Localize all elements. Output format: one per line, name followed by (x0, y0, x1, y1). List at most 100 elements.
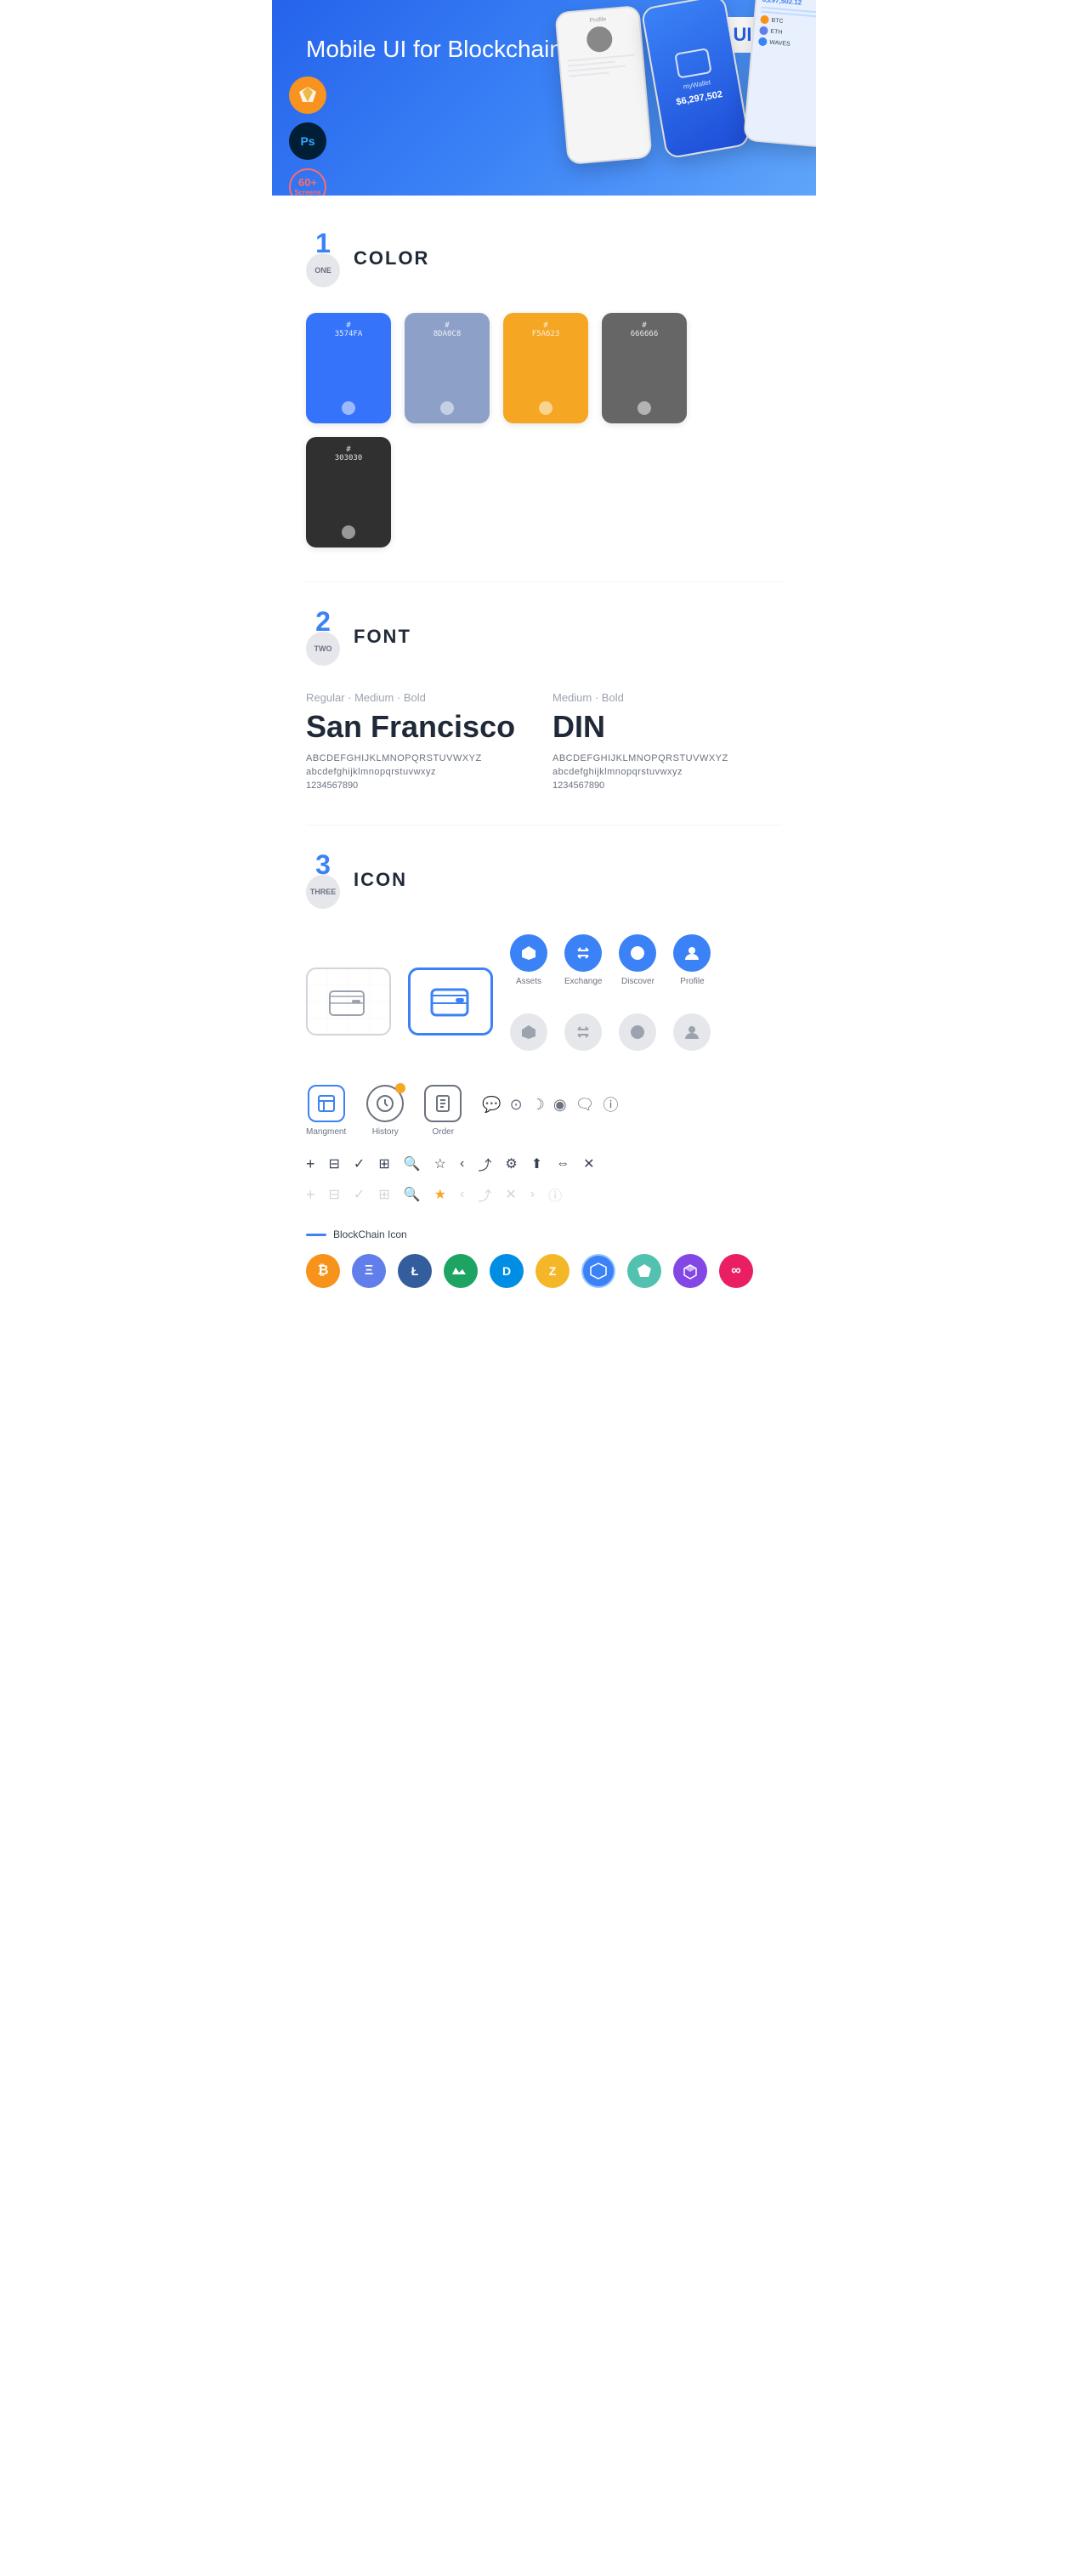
circle-icon: ◉ (553, 1096, 567, 1114)
assets-icon-inactive (510, 1013, 547, 1051)
edit-list-icon: ⊟ (329, 1155, 340, 1172)
screens-count-badge: 60+ Screens (289, 168, 326, 196)
font-section-title: FONT (354, 626, 411, 648)
assets-icon-gray (510, 1013, 547, 1051)
profile-icon-gray (673, 1013, 711, 1051)
color-swatch-gray-blue: #8DA0C8 (405, 313, 490, 423)
color-section-title: COLOR (354, 247, 429, 270)
order-icon (424, 1085, 462, 1122)
upload-icon: ⬆ (531, 1155, 542, 1172)
history-nav-item: History (366, 1085, 404, 1137)
section-num-1: 1 ONE (306, 230, 340, 287)
wallet-icon-blue (408, 967, 493, 1036)
litecoin-icon: Ł (398, 1254, 432, 1288)
color-dot (342, 401, 355, 415)
share-icon-gray: ⤴ (478, 1184, 491, 1205)
font-section-header: 2 TWO FONT (306, 608, 782, 666)
moon-icon: ☽ (531, 1096, 545, 1114)
assets-icon-active (510, 934, 547, 972)
dash-icon: D (490, 1254, 524, 1288)
font-grid: Regular · Medium · Bold San Francisco AB… (306, 691, 782, 791)
color-swatch-gray: #666666 (602, 313, 687, 423)
star-icon: ☆ (434, 1155, 446, 1172)
exchange-icon-active (564, 934, 602, 972)
color-swatch-dark: #303030 (306, 437, 391, 548)
icon-section: Assets Exchange (306, 934, 782, 1288)
resize-icon: ⇔ (556, 1156, 570, 1172)
plus-icon-gray: + (306, 1186, 315, 1204)
color-dot (342, 525, 355, 539)
color-swatch-orange: #F5A623 (503, 313, 588, 423)
misc-icons-row: 💬 ⊙ ☽ ◉ 🗨 ⓘ (482, 1085, 618, 1115)
star-icon-filled: ★ (434, 1186, 446, 1203)
exchange-icon-inactive (564, 1013, 602, 1051)
omega-icon: ∞ (719, 1254, 753, 1288)
nav-icons-active-row: Assets Exchange (510, 934, 711, 986)
photoshop-icon: Ps (289, 122, 326, 160)
check-icon: ✓ (354, 1155, 365, 1172)
exchange-nav-item: Exchange (564, 934, 602, 986)
color-dot (440, 401, 454, 415)
history-icon (366, 1085, 404, 1122)
blockchain-label-row: BlockChain Icon (306, 1228, 782, 1240)
chevron-left-icon: ‹ (460, 1156, 464, 1172)
tool-icons: Ps 60+ Screens (289, 77, 326, 196)
waves-icon (444, 1254, 478, 1288)
profile-icon-active (673, 934, 711, 972)
sketch-icon (289, 77, 326, 114)
check-icon-gray: ✓ (354, 1186, 365, 1203)
phone-mockups: Profile myWallet $6,297,502 6,297,502.12 (561, 9, 816, 162)
qr-icon-gray: ⊞ (378, 1186, 389, 1203)
font-din: Medium · Bold DIN ABCDEFGHIJKLMNOPQRSTUV… (552, 691, 782, 791)
main-content: 1 ONE COLOR #3574FA #8DA0C8 #F5A623 #666… (272, 196, 816, 1356)
font-section: Regular · Medium · Bold San Francisco AB… (306, 691, 782, 791)
phone-mockup-center: myWallet $6,297,502 (640, 0, 751, 159)
three-circle: THREE (306, 875, 340, 909)
spacer (306, 1215, 782, 1228)
settings-icon: ⚙ (505, 1155, 517, 1172)
wallet-icon-outline (306, 967, 391, 1036)
exchange-icon-gray (564, 1013, 602, 1051)
icon-section-header: 3 THREE ICON (306, 851, 782, 909)
cross-icon-gray: ✕ (505, 1186, 516, 1203)
color-swatch-blue: #3574FA (306, 313, 391, 423)
action-icons-inactive: + ⊟ ✓ ⊞ 🔍 ★ ‹ ⤴ ✕ › ⓘ (306, 1184, 782, 1205)
nav-icons-group: Assets Exchange (510, 934, 711, 1068)
search-icon-gray: 🔍 (404, 1186, 421, 1203)
share-icon: ⤴ (478, 1154, 491, 1174)
one-circle: ONE (306, 253, 340, 287)
divider-2 (306, 825, 782, 826)
font-san-francisco: Regular · Medium · Bold San Francisco AB… (306, 691, 536, 791)
section-num-3: 3 THREE (306, 851, 340, 909)
ethereum-icon: Ξ (352, 1254, 386, 1288)
chat-icon: 💬 (482, 1096, 501, 1114)
discover-icon-inactive (619, 1013, 656, 1051)
close-icon: ✕ (583, 1155, 594, 1172)
chevron-right-icon-gray: › (530, 1187, 535, 1202)
chain-icon (581, 1254, 615, 1288)
zcash-icon: Z (536, 1254, 570, 1288)
info-icon-gray: ⓘ (548, 1184, 562, 1205)
phone-mockup-left: Profile (554, 5, 652, 165)
icon-section-title: ICON (354, 869, 407, 891)
bitcoin-icon: ₿ (306, 1254, 340, 1288)
profile-nav-item: Profile (673, 934, 711, 986)
label-line (306, 1234, 326, 1236)
discover-icon-active (619, 934, 656, 972)
phone-mockup-right: 6,297,502.12 BTC ETH WAVES (743, 0, 816, 148)
speech-icon: 🗨 (575, 1096, 595, 1114)
chevron-left-icon-gray: ‹ (460, 1187, 464, 1202)
management-nav-item: Mangment (306, 1085, 346, 1137)
two-circle: TWO (306, 632, 340, 666)
search-icon: 🔍 (404, 1155, 421, 1172)
qr-icon: ⊞ (378, 1155, 389, 1172)
hero-section: Mobile UI for Blockchain Wallet UI Kit P… (272, 0, 816, 196)
color-section-header: 1 ONE COLOR (306, 230, 782, 287)
bottom-nav-icons: Mangment History (306, 1085, 782, 1137)
management-icon (308, 1085, 345, 1122)
steem-icon (627, 1254, 661, 1288)
matic-icon (673, 1254, 707, 1288)
profile-icon-inactive (673, 1013, 711, 1051)
stack-icon: ⊙ (510, 1096, 523, 1114)
order-nav-item: Order (424, 1085, 462, 1137)
